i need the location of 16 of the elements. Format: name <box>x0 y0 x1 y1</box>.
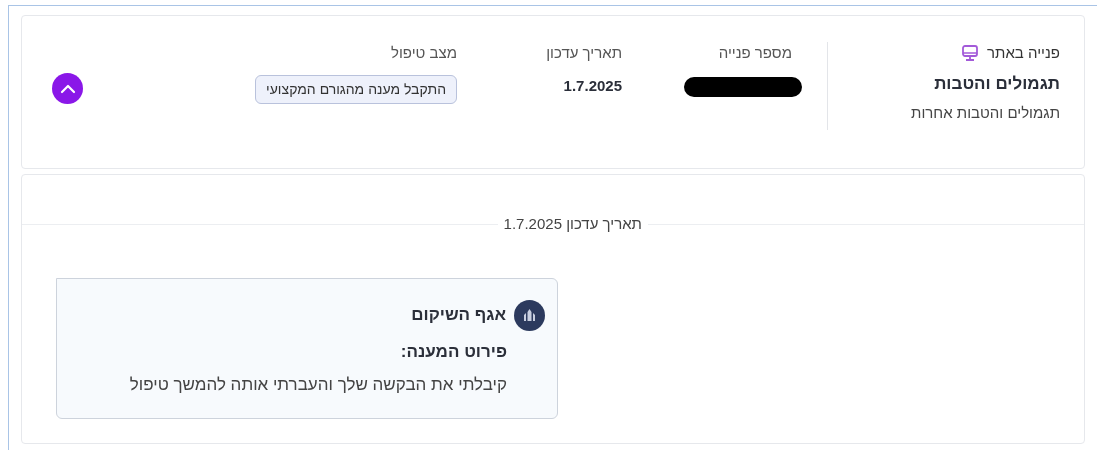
field-label: מצב טיפול <box>390 43 457 63</box>
monitor-icon <box>961 44 980 63</box>
sender-name: אגף השיקום <box>411 304 506 327</box>
field-value: 1.7.2025 <box>562 75 622 96</box>
answer-heading: פירוט המענה: <box>399 340 507 363</box>
field-label: מספר פנייה <box>717 43 792 63</box>
update-date: תאריך עדכון 1.7.2025 <box>502 214 643 234</box>
channel-label: פנייה באתר <box>987 43 1060 63</box>
status-badge: התקבל מענה מהגורם המקצועי <box>255 74 457 104</box>
chevron-up-icon <box>59 83 76 94</box>
field-label: תאריך עדכון <box>545 43 622 63</box>
request-title: תגמולים והטבות <box>933 72 1060 95</box>
avatar-icon <box>514 299 545 331</box>
request-subtitle: תגמולים והטבות אחרות <box>910 103 1060 123</box>
answer-text: קיבלתי את הבקשה שלך והעברתי אותה להמשך טיפול <box>128 374 507 396</box>
collapse-button[interactable] <box>52 73 83 104</box>
